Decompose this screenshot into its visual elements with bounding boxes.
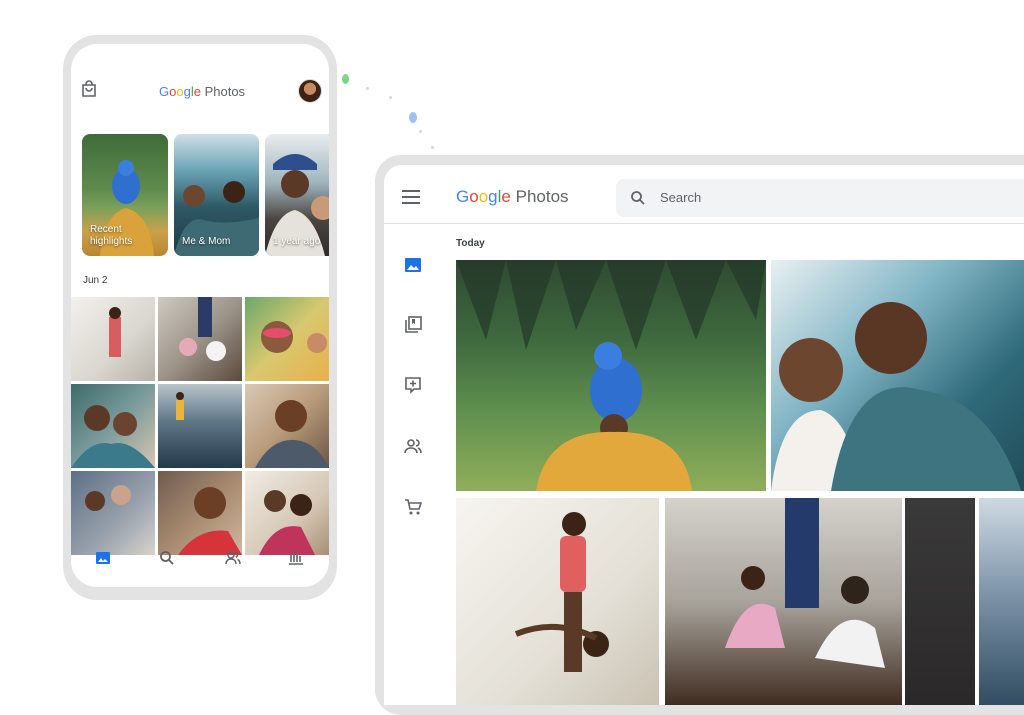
decorative-dot (409, 112, 417, 123)
google-photos-logo: Google Photos (456, 187, 569, 206)
menu-icon[interactable] (402, 190, 420, 204)
date-header: Jun 2 (83, 275, 108, 286)
shopping-bag-icon[interactable] (80, 80, 98, 98)
grid-photo[interactable] (158, 297, 242, 381)
grid-photo[interactable] (245, 297, 329, 381)
decorative-dot (431, 146, 434, 149)
albums-icon[interactable] (404, 316, 422, 334)
print-store-icon[interactable] (404, 498, 422, 516)
photo-child-on-shoulders[interactable] (456, 260, 766, 491)
highlight-card-me-mom[interactable]: Me & Mom (174, 134, 259, 256)
photos-icon[interactable] (404, 256, 422, 274)
highlight-label: Me & Mom (182, 236, 231, 247)
search-input[interactable]: Search (660, 190, 701, 205)
google-photos-logo: Google Photos (159, 84, 246, 99)
decorative-dot (366, 87, 369, 90)
section-title: Today (456, 238, 485, 249)
search-icon[interactable] (630, 190, 646, 206)
top-bar: Google Photos Search (384, 165, 1024, 224)
highlight-card-recent[interactable]: Recent highlights (82, 134, 168, 256)
sharing-icon[interactable] (225, 550, 241, 566)
decorative-dot (419, 130, 422, 133)
photo-playing-kids[interactable] (456, 498, 659, 705)
photo-cabinet[interactable] (905, 498, 975, 705)
highlight-card-year-ago[interactable]: 1 year ago (265, 134, 329, 256)
search-icon[interactable] (159, 550, 175, 566)
decorative-dot (389, 96, 392, 99)
sharing-icon[interactable] (404, 437, 422, 455)
for-you-icon[interactable] (404, 376, 422, 394)
grid-photo[interactable] (158, 384, 242, 468)
photos-icon[interactable] (95, 550, 111, 566)
decorative-dot (342, 74, 349, 84)
highlight-label: 1 year ago (273, 236, 321, 247)
bottom-nav (71, 538, 329, 578)
highlight-label: Recent highlights (90, 224, 133, 247)
library-icon[interactable] (288, 550, 304, 566)
photo-mother-daughter[interactable] (771, 260, 1024, 491)
photo-kitchen-kids[interactable] (665, 498, 902, 705)
grid-photo[interactable] (245, 384, 329, 468)
grid-photo[interactable] (71, 297, 155, 381)
search-bar[interactable]: Search (616, 179, 1024, 217)
avatar[interactable] (298, 79, 322, 103)
desktop-screen: Google Photos Search Today (384, 165, 1024, 705)
phone-screen: Google Photos Recent highlights Me & Mom… (71, 44, 329, 587)
grid-photo[interactable] (71, 384, 155, 468)
photo-lake[interactable] (979, 498, 1024, 705)
